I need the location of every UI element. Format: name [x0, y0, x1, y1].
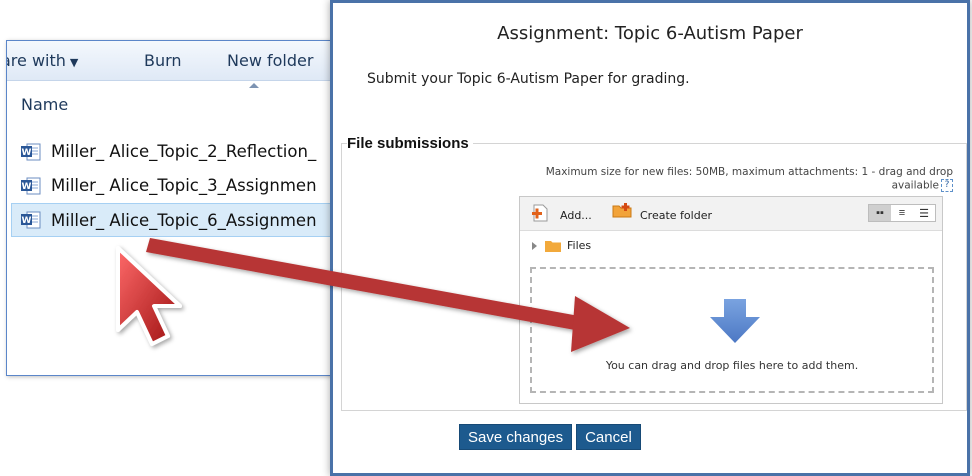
help-icon[interactable]: ? — [941, 179, 953, 192]
view-mode-toggle: ▪▪ ≡ ☰ — [868, 204, 936, 222]
add-file-icon — [532, 204, 548, 222]
cancel-button[interactable]: Cancel — [576, 424, 641, 450]
drop-zone-text: You can drag and drop files here to add … — [605, 359, 859, 372]
new-folder-button[interactable]: New folder — [227, 51, 313, 70]
assignment-description: Submit your Topic 6-Autism Paper for gra… — [367, 71, 690, 87]
max-size-text: Maximum size for new files: 50MB, maximu… — [545, 166, 953, 192]
file-item[interactable]: W Miller_ Alice_Topic_2_Reflection_ — [7, 135, 341, 169]
word-doc-icon: W — [21, 177, 41, 195]
create-folder-label: Create folder — [640, 209, 712, 222]
file-name: Miller_ Alice_Topic_6_Assignmen — [51, 211, 317, 230]
explorer-toolbar: are with ▼ Burn New folder — [7, 41, 341, 81]
file-list: W Miller_ Alice_Topic_2_Reflection_ W Mi… — [7, 135, 341, 237]
sort-ascending-icon — [249, 83, 259, 88]
file-item[interactable]: W Miller_ Alice_Topic_3_Assignmen — [7, 169, 341, 203]
filepicker: Add... Create folder ▪▪ ≡ ☰ Files You ca… — [519, 196, 943, 404]
form-buttons: Save changes Cancel — [459, 424, 641, 450]
drop-arrow-icon — [710, 299, 760, 343]
word-doc-icon: W — [21, 143, 41, 161]
explorer-window: are with ▼ Burn New folder Name W Miller_… — [6, 40, 342, 376]
add-file-label: Add... — [560, 209, 592, 222]
file-name: Miller_ Alice_Topic_2_Reflection_ — [51, 142, 317, 161]
expand-triangle-icon — [532, 242, 537, 250]
files-path[interactable]: Files — [532, 239, 591, 252]
folder-icon — [544, 241, 561, 252]
max-size-note: Maximum size for new files: 50MB, maximu… — [533, 166, 953, 193]
burn-button[interactable]: Burn — [144, 51, 182, 70]
svg-text:W: W — [22, 182, 32, 192]
save-changes-button[interactable]: Save changes — [459, 424, 573, 450]
tree-view-icon[interactable]: ☰ — [913, 205, 935, 221]
column-header-name[interactable]: Name — [21, 95, 68, 114]
drop-zone[interactable]: You can drag and drop files here to add … — [530, 267, 934, 393]
list-view-icon[interactable]: ≡ — [891, 205, 913, 221]
page-title: Assignment: Topic 6-Autism Paper — [497, 23, 803, 44]
svg-text:W: W — [22, 216, 32, 226]
icons-view-icon[interactable]: ▪▪ — [869, 205, 891, 221]
svg-text:W: W — [22, 148, 32, 158]
files-path-label: Files — [567, 239, 592, 252]
file-name: Miller_ Alice_Topic_3_Assignmen — [51, 176, 317, 195]
filepicker-toolbar: Add... Create folder ▪▪ ≡ ☰ — [520, 197, 942, 231]
share-with-button[interactable]: are with ▼ — [7, 51, 79, 70]
file-item-selected[interactable]: W Miller_ Alice_Topic_6_Assignmen — [11, 203, 341, 237]
assignment-panel: Assignment: Topic 6-Autism Paper Submit … — [330, 0, 970, 476]
chevron-down-icon: ▼ — [69, 56, 79, 69]
word-doc-icon: W — [21, 211, 41, 229]
file-submissions-legend: File submissions — [347, 135, 473, 152]
folder-add-icon — [612, 203, 632, 218]
